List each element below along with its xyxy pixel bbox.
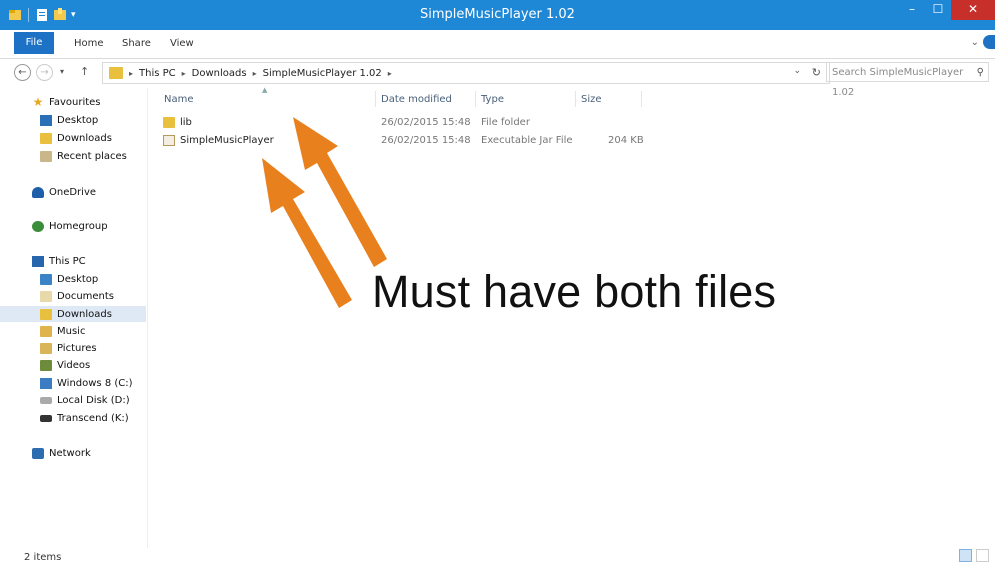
annotation-text: Must have both files xyxy=(372,266,777,317)
status-item-count: 2 items xyxy=(24,552,62,563)
large-icons-view-icon[interactable] xyxy=(976,549,989,562)
view-buttons xyxy=(959,549,989,562)
details-view-icon[interactable] xyxy=(959,549,972,562)
